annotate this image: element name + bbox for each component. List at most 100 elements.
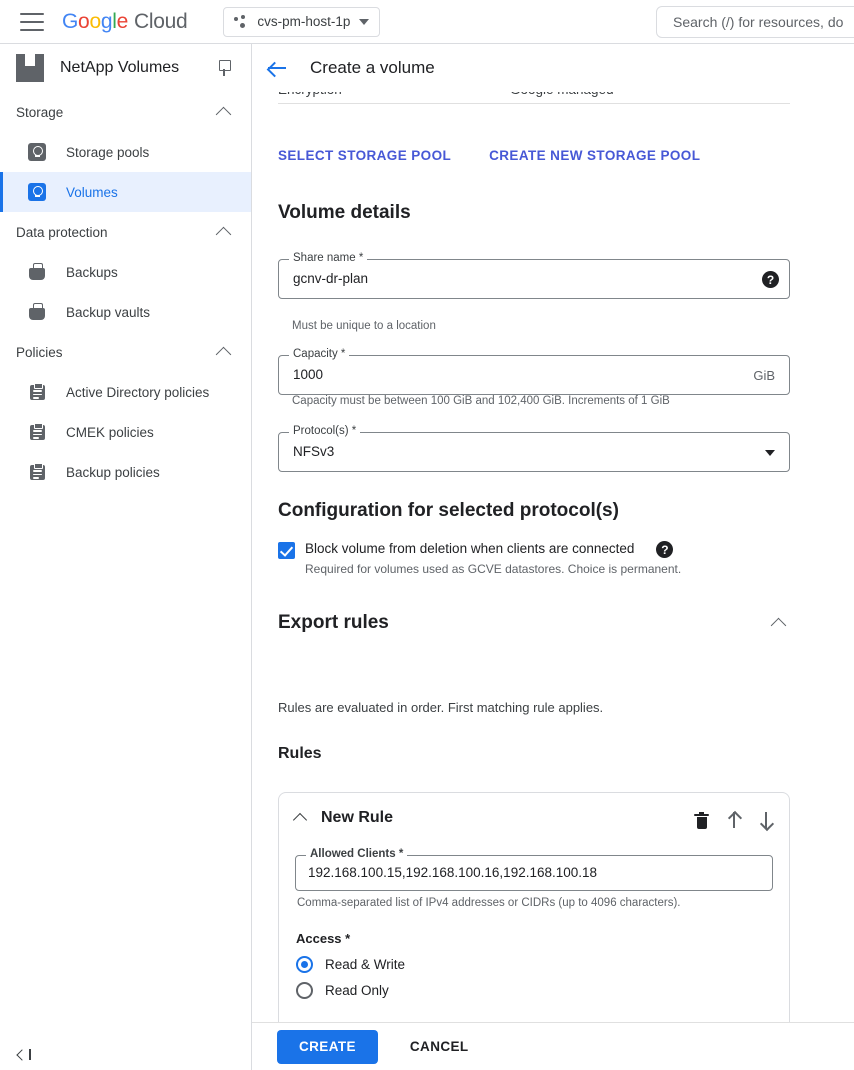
logo-letter-e: e xyxy=(117,10,128,33)
sidebar-group-storage[interactable]: Storage xyxy=(0,92,251,132)
volume-details-heading: Volume details xyxy=(278,202,411,224)
netapp-logo-icon xyxy=(16,54,44,82)
product-header: NetApp Volumes xyxy=(0,44,251,92)
sidebar-item-label: Backup policies xyxy=(66,465,160,480)
page-title: Create a volume xyxy=(310,58,435,78)
form-action-bar: CREATE CANCEL xyxy=(252,1022,854,1070)
capacity-field[interactable]: Capacity * 1000 GiB xyxy=(278,355,790,395)
radio-unselected-icon[interactable] xyxy=(296,982,313,999)
sidebar-item-label: Volumes xyxy=(66,185,118,200)
chevron-up-icon[interactable] xyxy=(771,617,787,633)
search-input[interactable]: Search (/) for resources, do xyxy=(656,6,854,38)
top-app-bar: GoogleCloud cvs-pm-host-1p Search (/) fo… xyxy=(0,0,854,44)
main-content: Create a volume Encryption Google manage… xyxy=(252,44,854,1070)
radio-label: Read & Write xyxy=(325,957,405,972)
rule-header[interactable]: New Rule xyxy=(295,809,393,827)
radio-selected-icon[interactable] xyxy=(296,956,313,973)
share-name-field[interactable]: Share name * gcnv-dr-plan ? xyxy=(278,259,790,299)
sidebar-item-backups[interactable]: Backups xyxy=(0,252,251,292)
google-cloud-logo[interactable]: GoogleCloud xyxy=(62,10,187,34)
radio-label: Read Only xyxy=(325,983,389,998)
move-down-icon[interactable] xyxy=(759,811,773,829)
logo-letter-o1: o xyxy=(78,10,89,33)
pin-icon[interactable] xyxy=(217,60,231,76)
logo-letter-g2: g xyxy=(101,10,112,33)
page-header: Create a volume xyxy=(252,44,854,92)
protocols-label: Protocol(s) * xyxy=(289,425,360,440)
clipboard-icon xyxy=(28,383,46,401)
export-rule-card: New Rule Allowed Clients * 192.168.100.1… xyxy=(278,792,790,1022)
project-name: cvs-pm-host-1p xyxy=(257,14,350,29)
access-option-read-write[interactable]: Read & Write xyxy=(296,956,405,973)
form-scroll-area[interactable]: Encryption Google managed SELECT STORAGE… xyxy=(252,92,854,1022)
storage-pool-actions: SELECT STORAGE POOL CREATE NEW STORAGE P… xyxy=(278,148,700,163)
help-icon[interactable]: ? xyxy=(762,271,779,288)
collapse-sidebar-icon[interactable] xyxy=(18,1049,31,1060)
allowed-clients-hint: Comma-separated list of IPv4 addresses o… xyxy=(297,897,681,909)
logo-letter-o2: o xyxy=(89,10,100,33)
disk-icon xyxy=(28,143,46,161)
encryption-value: Google managed xyxy=(510,92,614,97)
sidebar-item-storage-pools[interactable]: Storage pools xyxy=(0,132,251,172)
sidebar-item-label: Active Directory policies xyxy=(66,385,209,400)
export-rules-header[interactable]: Export rules xyxy=(278,612,790,634)
chevron-down-icon xyxy=(359,19,369,25)
sidebar-item-volumes[interactable]: Volumes xyxy=(0,172,251,212)
sidebar-group-data-protection[interactable]: Data protection xyxy=(0,212,251,252)
sidebar-group-label: Storage xyxy=(16,105,63,120)
clipboard-icon xyxy=(28,423,46,441)
sidebar-item-label: Storage pools xyxy=(66,145,149,160)
protocols-select[interactable]: Protocol(s) * NFSv3 xyxy=(278,432,790,472)
sidebar-item-backup-policies[interactable]: Backup policies xyxy=(0,452,251,492)
chevron-down-icon xyxy=(765,450,775,456)
clipboard-icon xyxy=(28,463,46,481)
bucket-icon xyxy=(28,263,46,281)
sidebar-item-active-directory-policies[interactable]: Active Directory policies xyxy=(0,372,251,412)
sidebar-group-label: Data protection xyxy=(16,225,108,240)
capacity-label: Capacity * xyxy=(289,348,349,363)
sidebar-item-backup-vaults[interactable]: Backup vaults xyxy=(0,292,251,332)
move-up-icon[interactable] xyxy=(727,811,741,829)
disk-icon xyxy=(28,183,46,201)
cancel-button[interactable]: CANCEL xyxy=(402,1030,477,1064)
chevron-up-icon xyxy=(216,226,232,242)
access-option-read-only[interactable]: Read Only xyxy=(296,982,389,999)
sidebar-group-policies[interactable]: Policies xyxy=(0,332,251,372)
export-rules-heading: Export rules xyxy=(278,612,389,634)
allowed-clients-field[interactable]: Allowed Clients * 192.168.100.15,192.168… xyxy=(295,855,773,891)
capacity-hint: Capacity must be between 100 GiB and 102… xyxy=(292,395,670,407)
sidebar: NetApp Volumes Storage Storage pools Vol… xyxy=(0,44,252,1070)
help-icon[interactable]: ? xyxy=(656,541,673,558)
sidebar-item-cmek-policies[interactable]: CMEK policies xyxy=(0,412,251,452)
access-group-label: Access * xyxy=(296,931,350,946)
protocol-config-heading: Configuration for selected protocol(s) xyxy=(278,500,619,522)
protocols-value: NFSv3 xyxy=(293,444,334,459)
logo-letter-g1: G xyxy=(62,10,78,33)
chevron-up-icon xyxy=(216,106,232,122)
block-deletion-checkbox-row[interactable]: Block volume from deletion when clients … xyxy=(278,541,673,559)
share-name-hint: Must be unique to a location xyxy=(292,320,436,332)
select-storage-pool-button[interactable]: SELECT STORAGE POOL xyxy=(278,148,451,163)
rule-actions xyxy=(694,811,773,829)
sidebar-item-label: Backups xyxy=(66,265,118,280)
chevron-up-icon xyxy=(216,346,232,362)
hamburger-icon[interactable] xyxy=(20,13,44,31)
encryption-summary-row: Encryption Google managed xyxy=(278,92,790,104)
chevron-up-icon[interactable] xyxy=(293,813,307,827)
sidebar-item-label: CMEK policies xyxy=(66,425,154,440)
delete-icon[interactable] xyxy=(694,812,709,829)
sidebar-group-label: Policies xyxy=(16,345,63,360)
allowed-clients-value: 192.168.100.15,192.168.100.16,192.168.10… xyxy=(308,865,597,880)
logo-word-cloud: Cloud xyxy=(134,10,187,33)
bucket-icon xyxy=(28,303,46,321)
project-selector[interactable]: cvs-pm-host-1p xyxy=(223,7,380,37)
rules-heading: Rules xyxy=(278,745,322,763)
block-deletion-label: Block volume from deletion when clients … xyxy=(305,541,634,556)
search-placeholder: Search (/) for resources, do xyxy=(673,14,843,30)
create-new-storage-pool-button[interactable]: CREATE NEW STORAGE POOL xyxy=(489,148,700,163)
block-deletion-checkbox[interactable] xyxy=(278,542,295,559)
rule-name: New Rule xyxy=(321,809,393,827)
create-button[interactable]: CREATE xyxy=(277,1030,378,1064)
back-arrow-icon[interactable] xyxy=(266,57,288,79)
product-title: NetApp Volumes xyxy=(60,59,179,77)
